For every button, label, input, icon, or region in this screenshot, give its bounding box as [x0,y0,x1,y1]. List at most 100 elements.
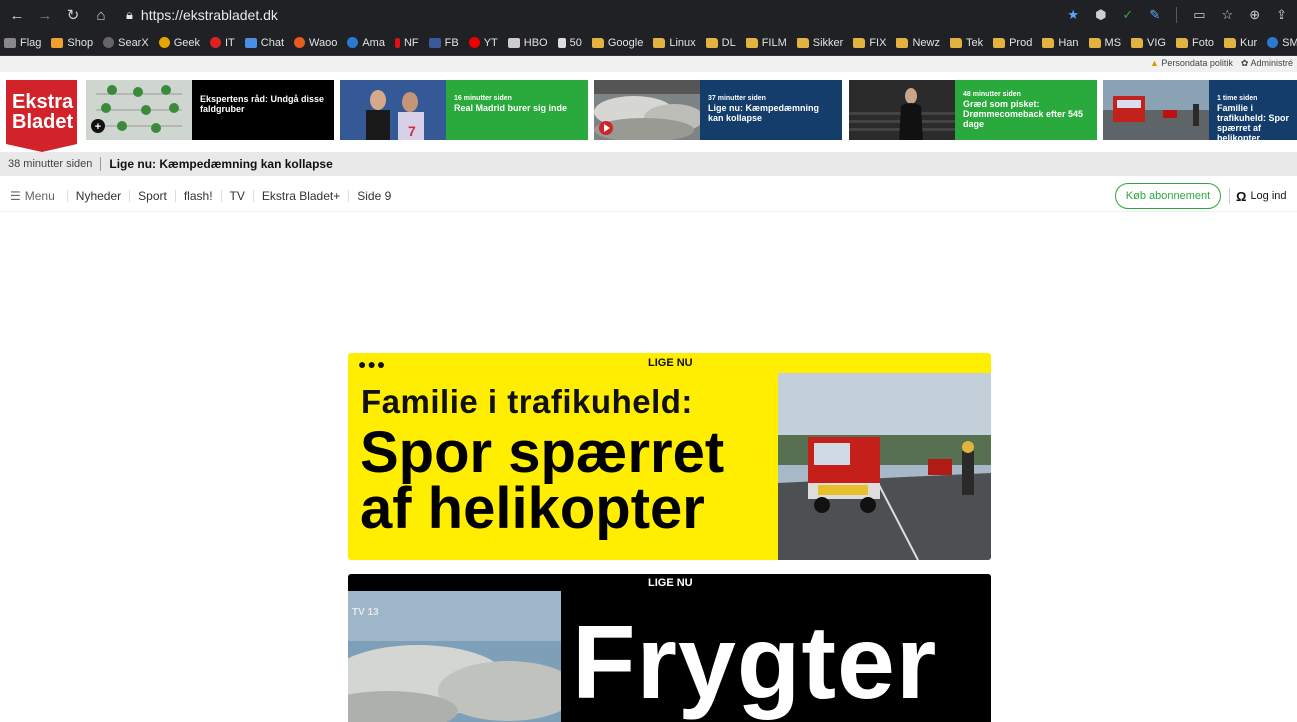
bookmark-50[interactable]: 50 [557,37,582,49]
bookmark-hbo[interactable]: HBO [507,37,548,49]
bookmark-han[interactable]: Han [1042,37,1079,49]
bookmark-yt[interactable]: YT [468,37,498,49]
teaser-strip: Ekstra Bladet + Ekspertens råd: Undgå di… [0,78,1297,152]
sms-icon [1267,37,1279,48]
favorite-star-icon[interactable]: ★ [1067,7,1079,23]
teaser-card[interactable]: 48 minutter siden Græd som pisket: Drømm… [849,80,1097,140]
cast-icon[interactable]: ▭ [1193,7,1205,23]
channel-watermark: TV 13 [352,607,379,618]
login-button[interactable]: Ω Log ind [1236,183,1287,209]
menu-item-nyheder[interactable]: Nyheder [68,189,131,202]
shield-extension-icon[interactable]: ⬢ [1095,7,1106,23]
bookmark-film[interactable]: FILM [745,37,787,49]
bookmark-shop[interactable]: Shop [51,37,93,49]
chat-icon [244,37,257,48]
collections-icon[interactable]: ⊕ [1249,7,1260,23]
shop-icon [51,37,64,48]
gear-icon: ✿ [1240,58,1249,68]
bookmark-flag[interactable]: Flag [4,37,41,49]
bookmark-linux[interactable]: Linux [653,37,696,49]
more-dots-icon: ●●● [358,356,387,372]
hbo-icon [507,37,520,48]
bookmark-newz[interactable]: Newz [896,37,940,49]
menu-item-side-9[interactable]: Side 9 [349,190,399,202]
privacy-link[interactable]: ▲ Persondata politik [1150,58,1233,69]
pen-extension-icon[interactable]: ✎ [1149,7,1160,23]
bookmark-chat[interactable]: Chat [244,37,284,49]
hero-image [778,373,991,560]
bookmark-kur[interactable]: Kur [1224,37,1257,49]
address-bar[interactable]: 🔒︎ https://ekstrabladet.dk [126,7,278,23]
teaser-card[interactable]: + Ekspertens råd: Undgå disse faldgruber [86,80,334,140]
user-icon: Ω [1236,188,1247,204]
hero-article-card[interactable]: ●●● LIGE NU Familie i trafikuheld: Spor … [348,353,991,560]
bookmark-it[interactable]: IT [209,37,235,49]
ama-icon [347,37,359,48]
bookmark-foto[interactable]: Foto [1175,37,1214,49]
hero-kicker: Familie i trafikuheld: [361,383,693,420]
bookmark-prod[interactable]: Prod [993,37,1032,49]
news-ticker[interactable]: 38 minutter siden Lige nu: Kæmpedæmning … [0,152,1297,176]
folder-icon [1131,37,1144,48]
bookmark-geek[interactable]: Geek [158,37,200,49]
waoo-icon [294,37,306,48]
netflix-icon [394,37,400,48]
svg-text:+: + [95,121,101,133]
bookmark-ms[interactable]: MS [1088,37,1121,49]
bookmark-fix[interactable]: FIX [853,37,886,49]
bookmark-searx[interactable]: SearX [103,37,149,49]
geek-icon [158,37,170,48]
bookmark-waoo[interactable]: Waoo [294,37,337,49]
teaser-image: + [86,80,192,140]
back-icon[interactable]: ← [6,4,28,26]
folder-icon [853,37,866,48]
teaser-image: 7 [340,80,446,140]
bookmark-ama[interactable]: Ama [347,37,385,49]
bookmark-fb[interactable]: FB [428,37,459,49]
bookmark-sms[interactable]: SMS [1267,37,1297,49]
favorites-icon[interactable]: ☆ [1222,7,1234,23]
ticker-divider [100,157,102,171]
it-icon [209,37,221,48]
menu-item-sport[interactable]: Sport [130,189,176,202]
folder-icon [896,37,909,48]
toolbar-divider [1176,7,1178,23]
hero-article-card[interactable]: LIGE NU TV 13 Frygter [348,574,991,722]
folder-icon [705,37,718,48]
share-icon[interactable]: ⇪ [1276,7,1287,23]
reload-icon[interactable]: ↻ [62,4,84,26]
menu-item-tv[interactable]: TV [222,189,254,202]
main-menu: ☰ Menu Nyheder Sport flash! TV Ekstra Bla… [0,180,1297,212]
bookmark-sikker[interactable]: Sikker [796,37,843,49]
home-icon[interactable]: ⌂ [90,4,112,26]
teaser-text: 16 minutter siden Real Madrid burer sig … [454,95,568,113]
folder-icon [1088,37,1101,48]
folder-icon [745,37,758,48]
flag-icon [4,37,16,48]
buy-subscription-button[interactable]: Køb abonnement [1115,183,1221,209]
teaser-card[interactable]: 1 time siden Familie i trafikuheld: Spor… [1103,80,1297,140]
folder-icon [1042,37,1055,48]
folder-icon [993,37,1006,48]
bookmark-vig[interactable]: VIG [1131,37,1166,49]
teaser-text: 37 minutter siden Lige nu: Kæmpedæmning … [708,95,819,123]
extension-icon[interactable]: ✓ [1122,7,1133,23]
folder-icon [1175,37,1188,48]
teaser-card[interactable]: 37 minutter siden Lige nu: Kæmpedæmning … [594,80,842,140]
folder-icon [796,37,809,48]
bookmark-nf[interactable]: NF [394,37,419,49]
ticker-headline[interactable]: Lige nu: Kæmpedæmning kan kollapse [109,157,332,171]
ekstrabladet-logo[interactable]: Ekstra Bladet [6,80,77,152]
menu-item-ekstra-bladet-plus[interactable]: Ekstra Bladet+ [254,189,350,202]
menu-button[interactable]: ☰ Menu [10,189,68,202]
bookmark-tek[interactable]: Tek [949,37,983,49]
menu-item-flash[interactable]: flash! [176,189,222,202]
bookmark-google[interactable]: Google [591,37,643,49]
teaser-card[interactable]: 7 16 minutter siden Real Madrid burer si… [340,80,588,140]
url-text[interactable]: https://ekstrabladet.dk [141,7,278,23]
lock-icon: 🔒︎ [126,7,133,22]
bookmark-dl[interactable]: DL [705,37,736,49]
folder-icon [653,37,666,48]
forward-icon[interactable]: → [34,4,56,26]
admin-link[interactable]: ✿ Administré [1241,58,1293,69]
